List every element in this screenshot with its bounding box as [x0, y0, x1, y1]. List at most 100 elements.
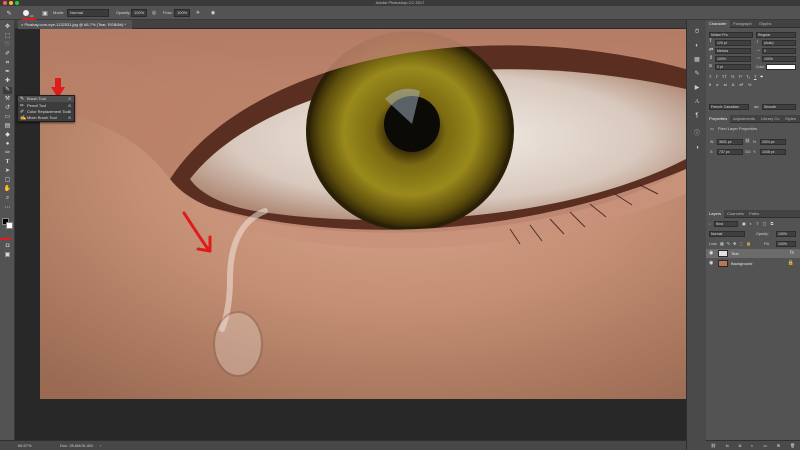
antialias-select[interactable]: Smooth	[762, 104, 796, 110]
superscript-icon[interactable]: T¹	[738, 74, 742, 79]
shape-tool-icon[interactable]: ▢	[3, 177, 12, 184]
eyedropper-tool-icon[interactable]: ✒	[3, 69, 12, 76]
brush-preset-picker[interactable]	[22, 9, 30, 17]
faux-italic-icon[interactable]: T	[715, 74, 717, 79]
tab-properties[interactable]: Properties	[706, 115, 731, 123]
pressure-size-icon[interactable]: ◉	[209, 9, 217, 17]
font-style-select[interactable]: Regular	[756, 32, 796, 38]
quick-selection-tool-icon[interactable]: ✐	[3, 51, 12, 58]
fractions-icon[interactable]: ½	[748, 82, 751, 87]
y-input[interactable]: 1048 px	[760, 149, 786, 155]
mode-select[interactable]: Normal	[67, 9, 109, 17]
clone-stamp-tool-icon[interactable]: ⚒	[3, 96, 12, 103]
lock-transparency-icon[interactable]: ▦	[720, 241, 724, 247]
small-caps-icon[interactable]: Tt	[731, 74, 735, 79]
character-panel-icon[interactable]: A	[693, 98, 701, 106]
layer-row-tear[interactable]: ◉ Tear fx	[706, 249, 800, 258]
swatches-panel-icon[interactable]: ▦	[693, 56, 701, 64]
pixel-filter-icon[interactable]: ▣	[742, 221, 746, 226]
more-tools-icon[interactable]: ⋯	[3, 205, 12, 212]
flow-input[interactable]: 100%	[174, 9, 190, 17]
pen-tool-icon[interactable]: ✑	[3, 150, 12, 157]
language-select[interactable]: French: Canadian	[709, 104, 749, 110]
crop-tool-icon[interactable]: ⌗	[3, 60, 12, 67]
type-filter-icon[interactable]: T	[756, 221, 758, 226]
tab-styles[interactable]: Styles	[782, 115, 799, 123]
brush-tool-preset-icon[interactable]: ✎	[5, 9, 13, 17]
add-mask-icon[interactable]: ◘	[739, 443, 741, 448]
lock-artboard-icon[interactable]: ⬚	[740, 241, 744, 247]
tab-paragraph[interactable]: Paragraph	[730, 20, 755, 28]
canvas-area[interactable]	[15, 29, 686, 440]
history-panel-icon[interactable]: ⏱	[693, 28, 701, 36]
paragraph-panel-icon[interactable]: ¶	[693, 112, 701, 120]
link-icon[interactable]: ⛓	[745, 138, 750, 144]
leading-input[interactable]: (Auto)	[762, 40, 796, 46]
strikethrough-icon[interactable]: T	[760, 74, 762, 79]
history-brush-tool-icon[interactable]: ↺	[3, 105, 12, 112]
layer-row-background[interactable]: ◉ Background 🔒	[706, 259, 800, 268]
lasso-tool-icon[interactable]: ➰	[3, 42, 12, 49]
pressure-opacity-icon[interactable]: ◎	[150, 9, 158, 17]
text-color-swatch[interactable]	[766, 64, 796, 70]
horizontal-scale-input[interactable]: 100%	[762, 56, 796, 62]
x-input[interactable]: 737 px	[717, 149, 743, 155]
tab-channels[interactable]: Channels	[724, 210, 747, 218]
info-panel-icon[interactable]: ⓘ	[693, 130, 701, 138]
move-tool-icon[interactable]: ✥	[3, 24, 12, 31]
tab-layers[interactable]: Layers	[706, 210, 725, 218]
tab-character[interactable]: Character	[706, 20, 730, 28]
screen-mode-icon[interactable]: ▣	[3, 252, 12, 259]
status-menu-arrow-icon[interactable]: ›	[100, 441, 101, 450]
flyout-item-mixer-brush-tool[interactable]: ✍ Mixer Brush Tool B	[18, 115, 74, 121]
quick-mask-icon[interactable]: ◘	[3, 243, 12, 250]
gradient-tool-icon[interactable]: ▤	[3, 123, 12, 130]
blend-mode-select[interactable]: Normal	[709, 231, 745, 237]
flyout-item-brush-tool[interactable]: ✎ Brush Tool B	[18, 96, 74, 103]
layer-opacity-input[interactable]: 100%	[776, 231, 796, 237]
marquee-tool-icon[interactable]: ⬚	[3, 33, 12, 40]
baseline-shift-input[interactable]: 0 pt	[715, 64, 751, 70]
font-family-select[interactable]: Minion Pro	[709, 32, 753, 38]
vertical-scale-input[interactable]: 100%	[715, 56, 751, 62]
opacity-input[interactable]: 100%	[131, 9, 147, 17]
brush-presets-panel-icon[interactable]: ✎	[693, 70, 701, 78]
eraser-tool-icon[interactable]: ▭	[3, 114, 12, 121]
layer-filter-select[interactable]: Kind	[714, 221, 738, 227]
visibility-eye-icon[interactable]: ◉	[709, 260, 713, 267]
smart-filter-icon[interactable]: ⧉	[770, 221, 773, 226]
blur-tool-icon[interactable]: ◆	[3, 132, 12, 139]
zoom-tool-icon[interactable]: ⌕	[3, 195, 12, 202]
flyout-item-pencil-tool[interactable]: ✏ Pencil Tool B	[18, 103, 74, 109]
tab-library[interactable]: Library Co	[758, 115, 782, 123]
fill-input[interactable]: 100%	[776, 241, 796, 247]
canvas-image[interactable]	[40, 29, 686, 399]
brush-tool-icon[interactable]: ✎	[3, 87, 12, 94]
tab-paths[interactable]: Paths	[746, 210, 762, 218]
ordinals-icon[interactable]: aª	[739, 82, 743, 87]
actions-panel-icon[interactable]: ▶	[693, 84, 701, 92]
lock-all-icon[interactable]: 🔒	[746, 241, 751, 247]
background-color-swatch[interactable]	[6, 222, 13, 229]
swash-icon[interactable]: st	[724, 82, 727, 87]
discretionary-icon[interactable]: ơ	[716, 82, 719, 87]
all-caps-icon[interactable]: TT	[722, 74, 727, 79]
path-selection-tool-icon[interactable]: ➤	[3, 168, 12, 175]
spot-healing-tool-icon[interactable]: ✚	[3, 78, 12, 85]
new-adjustment-icon[interactable]: ◐	[751, 443, 753, 448]
dodge-tool-icon[interactable]: ●	[3, 141, 12, 148]
link-layers-icon[interactable]: ⛓	[711, 443, 716, 448]
layer-name[interactable]: Background	[731, 259, 752, 268]
font-size-input[interactable]: 120 pt	[715, 40, 751, 46]
underline-icon[interactable]: T	[754, 74, 756, 79]
lock-position-icon[interactable]: ✥	[733, 241, 736, 247]
tab-adjustments[interactable]: Adjustments	[730, 115, 758, 123]
add-style-icon[interactable]: fx	[726, 443, 729, 448]
ligatures-icon[interactable]: fi	[709, 82, 711, 87]
visibility-eye-icon[interactable]: ◉	[709, 250, 713, 257]
new-layer-icon[interactable]: ⊞	[777, 443, 780, 448]
color-panel-icon[interactable]: ◐	[693, 42, 701, 50]
width-input[interactable]: 3631 px	[717, 139, 743, 145]
adjustments-panel-icon[interactable]: ◑	[693, 144, 701, 152]
flyout-item-color-replacement-tool[interactable]: ✐ Color Replacement Tool B	[18, 109, 74, 115]
